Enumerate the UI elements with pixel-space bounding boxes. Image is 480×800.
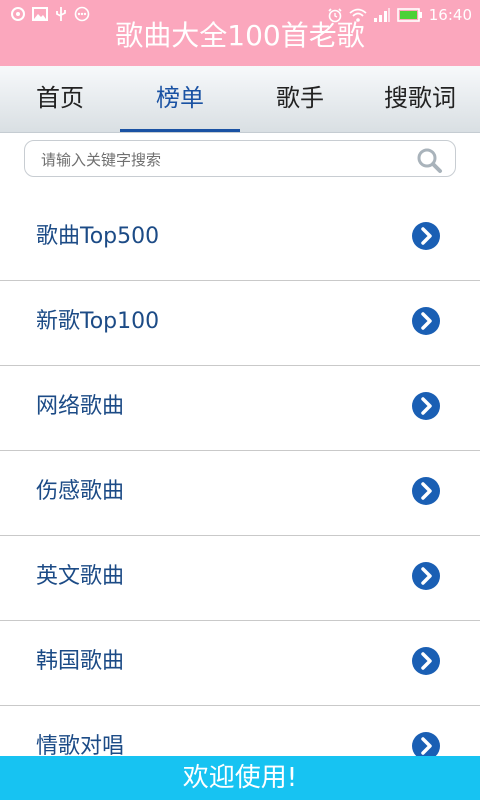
- tab-singers[interactable]: 歌手: [240, 66, 360, 132]
- tab-bar: 首页 榜单 歌手 搜歌词: [0, 66, 480, 133]
- tab-search-lyrics[interactable]: 搜歌词: [360, 66, 480, 132]
- chevron-right-icon: [411, 306, 441, 340]
- list-item[interactable]: 伤感歌曲: [0, 451, 480, 536]
- chevron-right-icon: [411, 221, 441, 255]
- list-item[interactable]: 新歌Top100: [0, 281, 480, 366]
- list-item[interactable]: 韩国歌曲: [0, 621, 480, 706]
- search-icon[interactable]: [415, 146, 443, 178]
- search-input[interactable]: [39, 145, 413, 175]
- tab-home[interactable]: 首页: [0, 66, 120, 132]
- list-item-label: 新歌Top100: [36, 309, 160, 334]
- list-item[interactable]: 歌曲Top500: [0, 196, 480, 281]
- welcome-banner: 欢迎使用!: [0, 756, 480, 800]
- list-item-label: 韩国歌曲: [36, 649, 125, 674]
- chevron-right-icon: [411, 646, 441, 680]
- chevron-right-icon: [411, 391, 441, 425]
- list-item[interactable]: 英文歌曲: [0, 536, 480, 621]
- title-bar: 16:40 歌曲大全100首老歌: [0, 0, 480, 66]
- list-item-label: 歌曲Top500: [36, 224, 160, 249]
- tab-charts[interactable]: 榜单: [120, 66, 240, 132]
- search-box: [24, 140, 456, 177]
- list-item-label: 网络歌曲: [36, 394, 125, 419]
- chart-list: 歌曲Top500 新歌Top100 网络歌曲 伤感歌曲 英文歌曲 韩国歌曲 情歌…: [0, 196, 480, 791]
- list-item-label: 英文歌曲: [36, 564, 125, 589]
- list-item-label: 伤感歌曲: [36, 479, 125, 504]
- app-title: 歌曲大全100首老歌: [115, 19, 365, 52]
- chevron-right-icon: [411, 476, 441, 510]
- chevron-right-icon: [411, 561, 441, 595]
- list-item[interactable]: 网络歌曲: [0, 366, 480, 451]
